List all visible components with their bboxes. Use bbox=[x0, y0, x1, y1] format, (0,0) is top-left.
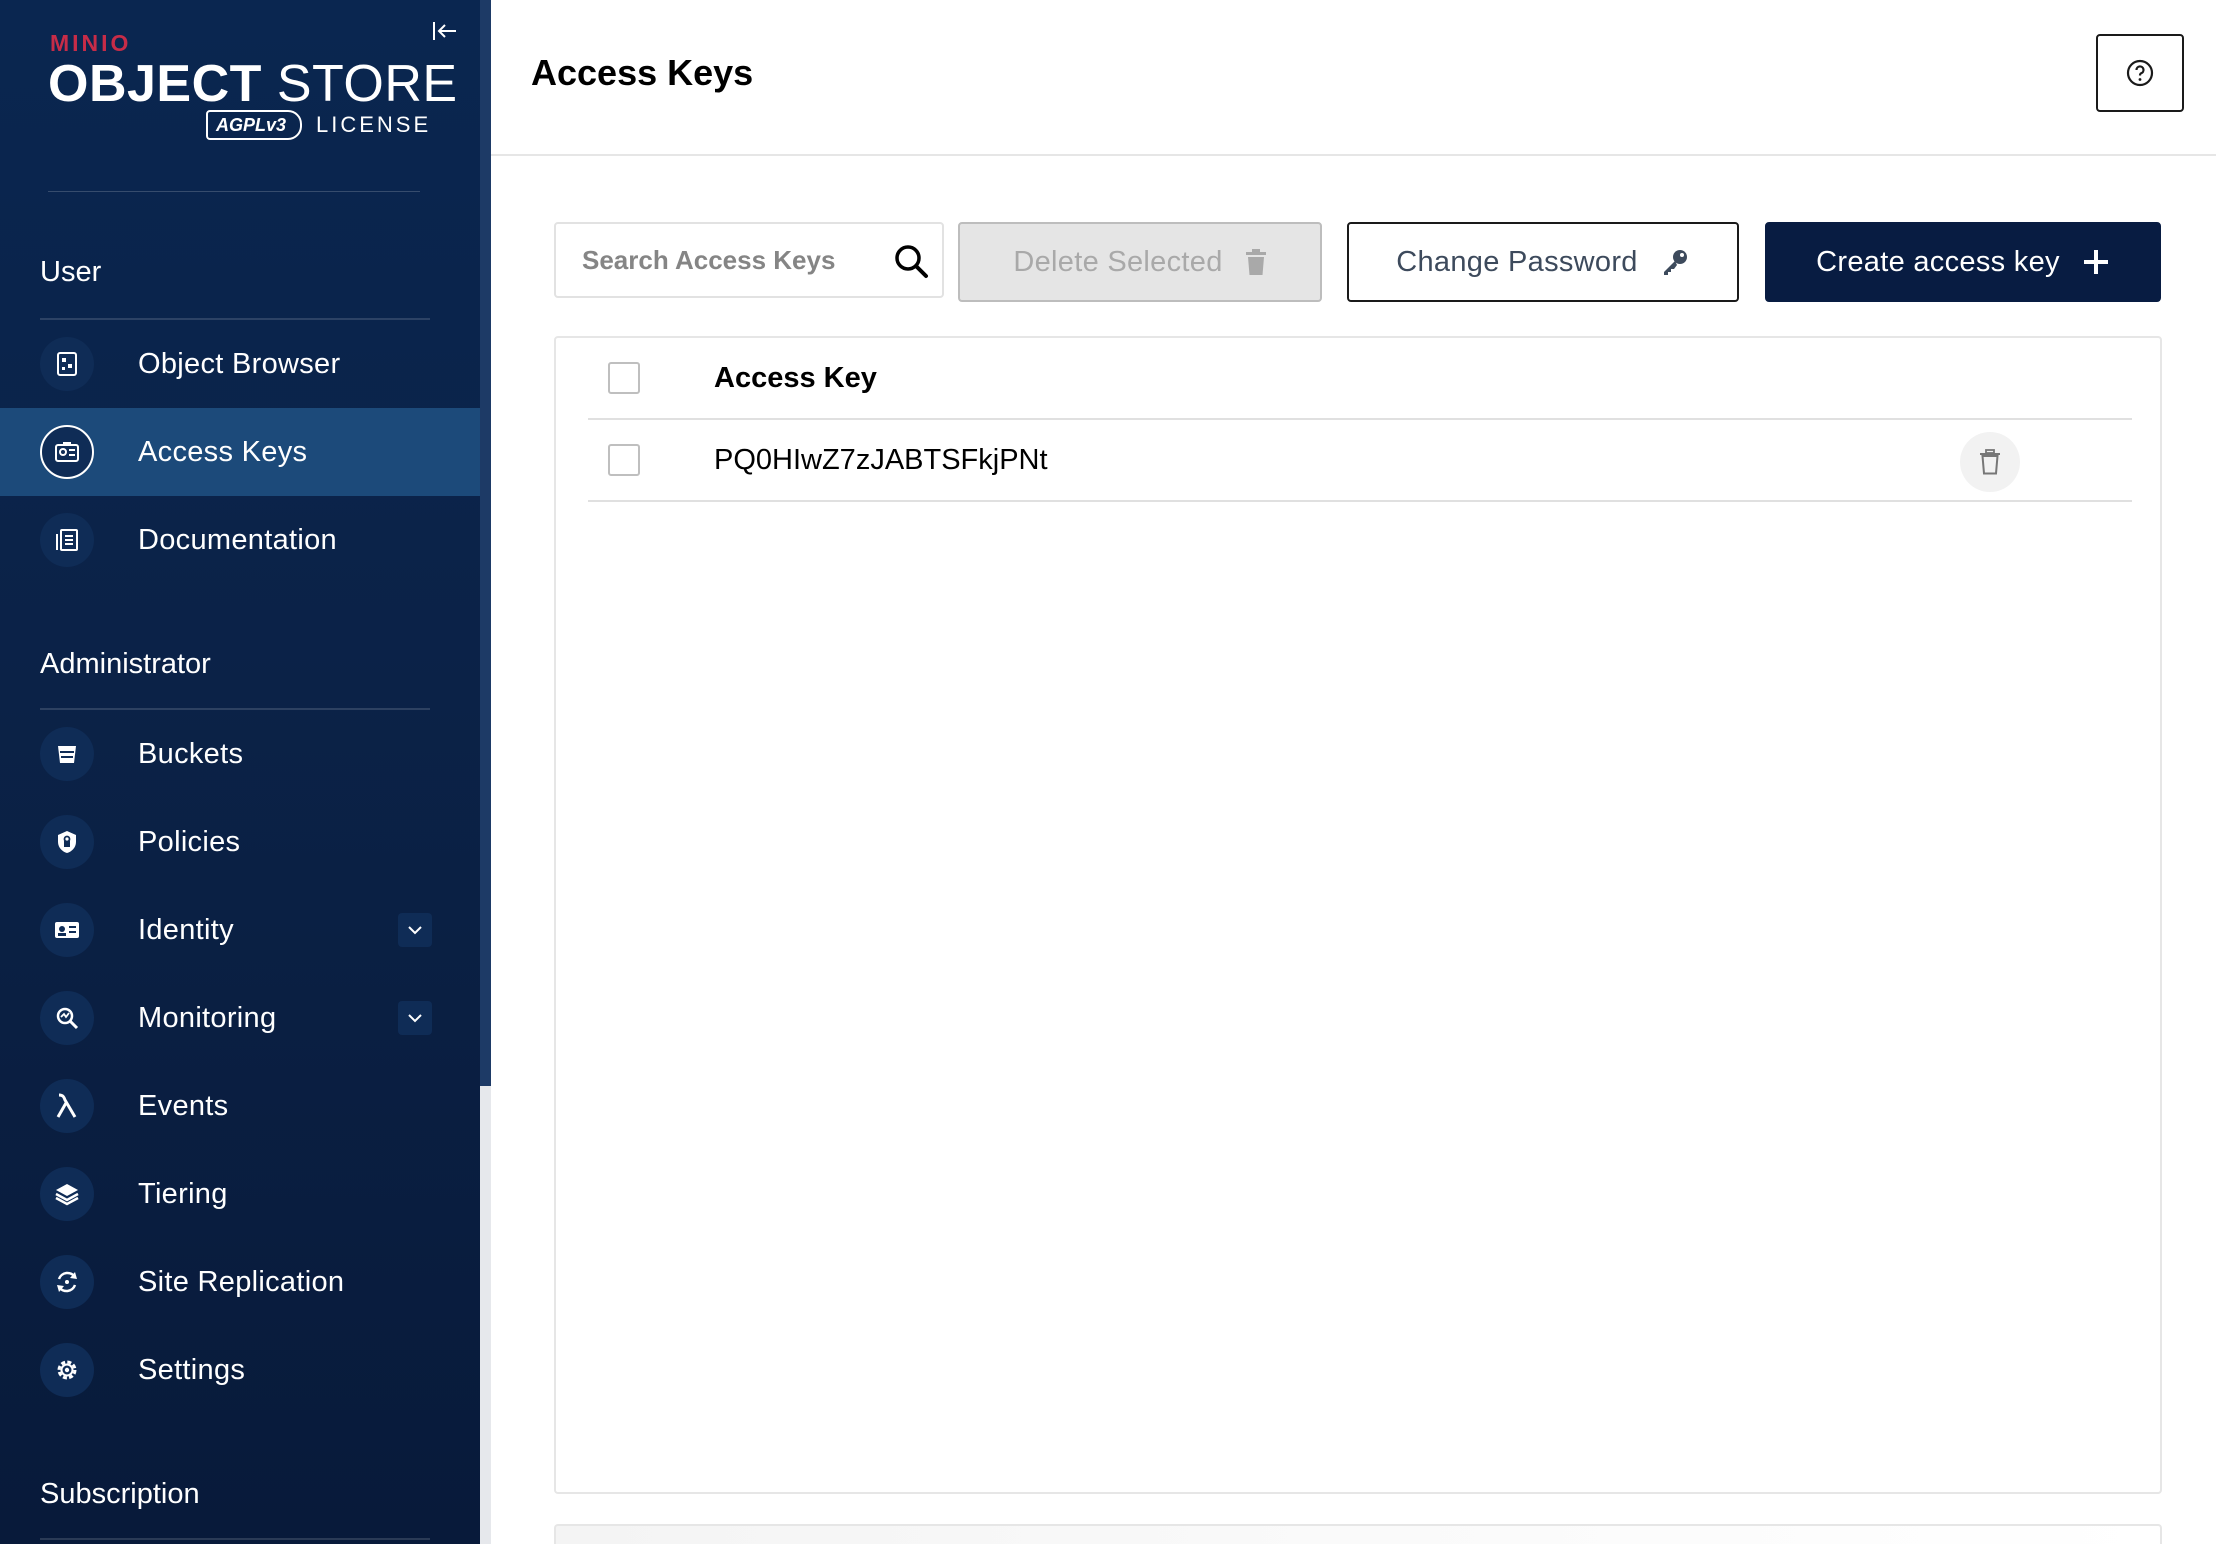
bottom-panel bbox=[554, 1524, 2162, 1544]
access-key-cell: PQ0HIwZ7zJABTSFkjPNt bbox=[714, 444, 1048, 476]
delete-selected-button[interactable]: Delete Selected bbox=[958, 222, 1322, 302]
sidebar-item-buckets[interactable]: Buckets bbox=[0, 710, 480, 798]
sidebar-item-label: Monitoring bbox=[138, 1001, 277, 1034]
page-title: Access Keys bbox=[531, 52, 754, 93]
delete-selected-label: Delete Selected bbox=[1013, 245, 1223, 278]
column-header-access-key[interactable]: Access Key bbox=[714, 362, 877, 395]
gear-icon bbox=[40, 1343, 94, 1397]
search-input[interactable] bbox=[582, 238, 882, 282]
help-button[interactable] bbox=[2096, 34, 2184, 112]
minio-logo[interactable]: MINIO OBJECT STORE AGPLv3 LICENSE bbox=[48, 26, 457, 146]
sidebar-scrollbar-thumb[interactable] bbox=[480, 0, 491, 1086]
sidebar-item-label: Events bbox=[138, 1089, 229, 1122]
sidebar-item-label: Settings bbox=[138, 1353, 246, 1386]
sidebar-item-events[interactable]: Events bbox=[0, 1062, 480, 1150]
sidebar-item-label: Policies bbox=[138, 825, 241, 858]
section-title-subscription: Subscription bbox=[40, 1478, 200, 1510]
divider bbox=[40, 1538, 430, 1540]
access-keys-table: Access Key PQ0HIwZ7zJABTSFkjPNt bbox=[554, 336, 2162, 1494]
divider bbox=[48, 191, 420, 192]
chevron-down-icon bbox=[408, 1014, 422, 1023]
sidebar-item-label: Object Browser bbox=[138, 347, 341, 380]
sidebar-item-label: Identity bbox=[138, 913, 234, 946]
sidebar-item-label: Buckets bbox=[138, 737, 244, 770]
logo-product: OBJECT STORE bbox=[48, 55, 458, 113]
page-header: Access Keys bbox=[491, 0, 2216, 156]
collapse-sidebar-button[interactable] bbox=[428, 14, 462, 48]
search-access-keys-field[interactable] bbox=[554, 222, 944, 298]
create-access-key-label: Create access key bbox=[1816, 245, 2060, 278]
object-browser-icon bbox=[40, 337, 94, 391]
sidebar-item-site-replication[interactable]: Site Replication bbox=[0, 1238, 480, 1326]
sidebar-scrollbar[interactable] bbox=[480, 0, 491, 1544]
sidebar-item-documentation[interactable]: Documentation bbox=[0, 496, 480, 584]
logo-license: LICENSE bbox=[316, 112, 432, 137]
sidebar-item-identity[interactable]: Identity bbox=[0, 886, 480, 974]
plus-icon bbox=[2083, 250, 2108, 274]
sidebar-item-tiering[interactable]: Tiering bbox=[0, 1150, 480, 1238]
change-password-button[interactable]: Change Password bbox=[1347, 222, 1739, 302]
sidebar-item-label: Site Replication bbox=[138, 1265, 345, 1298]
change-password-label: Change Password bbox=[1396, 245, 1638, 278]
bucket-icon bbox=[40, 727, 94, 781]
monitoring-icon bbox=[40, 991, 94, 1045]
sidebar-item-label: Access Keys bbox=[138, 435, 308, 468]
main-content: Access Keys Delete Selected bbox=[491, 0, 2216, 1544]
search-icon[interactable] bbox=[892, 242, 930, 280]
sidebar-item-label: Documentation bbox=[138, 523, 337, 556]
help-question-icon bbox=[2126, 59, 2154, 87]
sidebar-item-settings[interactable]: Settings bbox=[0, 1326, 480, 1414]
delete-row-button[interactable] bbox=[1960, 432, 2020, 492]
documentation-icon bbox=[40, 513, 94, 567]
policy-shield-icon bbox=[40, 815, 94, 869]
select-all-checkbox[interactable] bbox=[608, 362, 640, 394]
monitoring-expand-toggle[interactable] bbox=[398, 1001, 432, 1035]
collapse-left-icon bbox=[433, 22, 456, 40]
logo-vendor: MINIO bbox=[50, 30, 132, 56]
row-select-checkbox[interactable] bbox=[608, 444, 640, 476]
chevron-down-icon bbox=[408, 926, 422, 935]
tiering-layers-icon bbox=[40, 1167, 94, 1221]
section-title-user: User bbox=[40, 256, 102, 288]
trash-outline-icon bbox=[1980, 449, 2000, 475]
access-keys-icon bbox=[40, 425, 94, 479]
identity-card-icon bbox=[40, 903, 94, 957]
sidebar-item-policies[interactable]: Policies bbox=[0, 798, 480, 886]
sidebar-item-monitoring[interactable]: Monitoring bbox=[0, 974, 480, 1062]
replication-icon bbox=[40, 1255, 94, 1309]
sidebar-item-object-browser[interactable]: Object Browser bbox=[0, 320, 480, 408]
agpl-badge: AGPLv3 bbox=[206, 110, 302, 140]
sidebar-item-access-keys[interactable]: Access Keys bbox=[0, 408, 480, 496]
section-title-administrator: Administrator bbox=[40, 648, 211, 680]
trash-icon bbox=[1245, 249, 1266, 275]
table-header: Access Key bbox=[588, 338, 2132, 420]
create-access-key-button[interactable]: Create access key bbox=[1765, 222, 2161, 302]
lambda-icon bbox=[40, 1079, 94, 1133]
sidebar: MINIO OBJECT STORE AGPLv3 LICENSE User O… bbox=[0, 0, 480, 1544]
key-icon bbox=[1663, 250, 1687, 275]
table-row[interactable]: PQ0HIwZ7zJABTSFkjPNt bbox=[588, 420, 2132, 502]
app-window: MINIO OBJECT STORE AGPLv3 LICENSE User O… bbox=[0, 0, 2216, 1544]
sidebar-item-label: Tiering bbox=[138, 1177, 228, 1210]
identity-expand-toggle[interactable] bbox=[398, 913, 432, 947]
